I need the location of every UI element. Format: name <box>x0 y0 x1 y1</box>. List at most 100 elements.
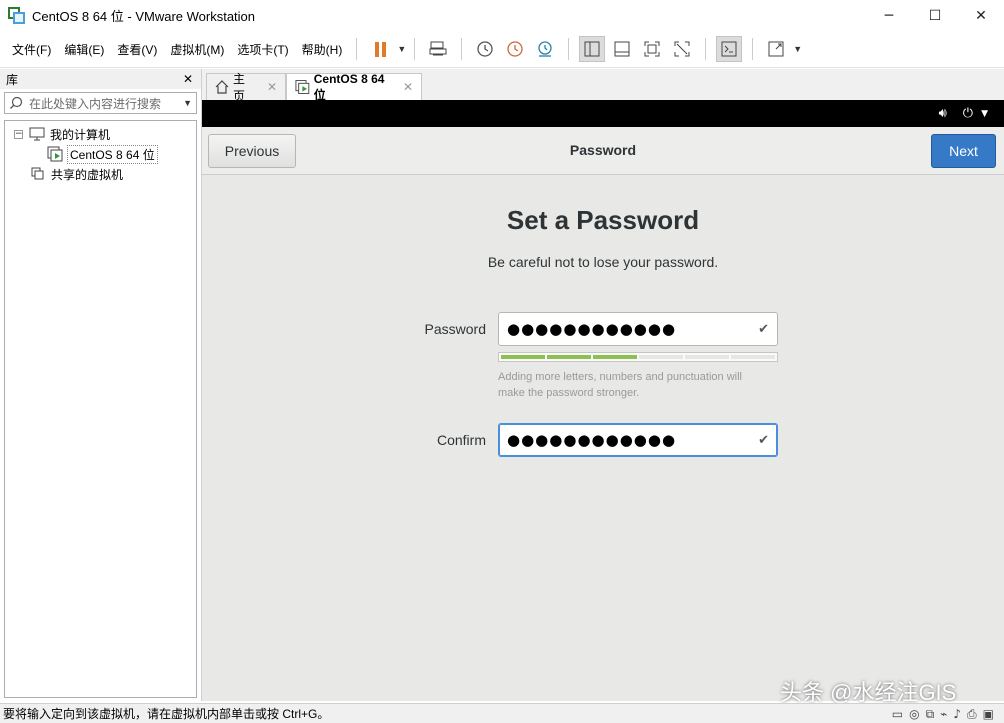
library-title: 库 <box>6 72 19 87</box>
vm-running-icon <box>47 146 63 162</box>
tab-home-label: 主页 <box>232 72 245 103</box>
keyboard-send-icon <box>429 41 447 56</box>
snapshot-clock-icon <box>477 41 493 57</box>
installer-page-title: Password <box>569 142 637 158</box>
strength-segment <box>731 355 775 359</box>
password-valid-check-icon: ✔ <box>758 321 769 337</box>
sound-icon[interactable]: ♪ <box>953 707 961 722</box>
menu-edit[interactable]: 编辑(E) <box>58 41 110 58</box>
close-button[interactable]: ✕ <box>958 0 1004 31</box>
page-subheading: Be careful not to lose your password. <box>487 254 719 270</box>
unity-mode-button[interactable] <box>669 36 695 62</box>
printer-icon[interactable]: ⎙ <box>967 707 977 722</box>
thumbnail-bar-button[interactable] <box>609 36 635 62</box>
computer-icon <box>29 127 45 141</box>
toolbar-separator <box>568 38 570 60</box>
collapse-icon[interactable]: − <box>14 129 23 139</box>
stretch-guest-button[interactable] <box>763 36 789 62</box>
strength-segment <box>501 355 545 359</box>
menu-help[interactable]: 帮助(H) <box>296 41 349 58</box>
confirm-value: ●●●●●●●●●●●● <box>507 431 677 449</box>
library-search-input[interactable]: 在此处键入内容进行搜索 ▼ <box>4 92 197 114</box>
tab-home-close-icon[interactable]: ✕ <box>267 80 277 94</box>
tree-item-shared-vms[interactable]: 共享的虚拟机 <box>31 165 123 183</box>
menu-tabs[interactable]: 选项卡(T) <box>231 41 294 58</box>
search-icon <box>10 96 23 109</box>
strength-segment <box>593 355 637 359</box>
snapshot-button[interactable] <box>472 36 498 62</box>
home-icon <box>215 80 229 94</box>
stretch-dropdown-icon[interactable]: ▼ <box>793 44 802 54</box>
password-hint-line: make the password stronger. <box>498 387 640 399</box>
tree-item-my-computer[interactable]: − 我的计算机 <box>14 125 110 143</box>
confirm-password-field[interactable]: ●●●●●●●●●●●● ✔ <box>498 423 778 457</box>
toolbar-separator <box>461 38 463 60</box>
status-text: 要将输入定向到该虚拟机，请在虚拟机内部单击或按 Ctrl+G。 <box>3 707 330 721</box>
revert-snapshot-icon <box>507 41 523 57</box>
library-tree: − 我的计算机 CentOS 8 64 位 共享的虚拟机 <box>4 120 197 698</box>
terminal-icon <box>721 41 737 57</box>
tab-centos-vm[interactable]: CentOS 8 64 位 ✕ <box>286 71 422 102</box>
tree-item-centos-vm[interactable]: CentOS 8 64 位 <box>47 144 158 164</box>
vm-icon <box>295 80 310 94</box>
previous-button[interactable]: Previous <box>208 134 296 168</box>
window-title: CentOS 8 64 位 - VMware Workstation <box>32 9 256 24</box>
cd-dvd-icon[interactable]: ◎ <box>909 707 919 722</box>
send-ctrl-alt-del-button[interactable] <box>425 36 451 62</box>
maximize-button[interactable]: ☐ <box>912 0 958 31</box>
guest-top-bar: 🔊︎ ⏻ ▼ <box>202 100 1004 127</box>
tab-home[interactable]: 主页 ✕ <box>206 72 286 103</box>
console-view-button[interactable] <box>716 36 743 62</box>
snapshot-manager-icon <box>538 41 552 57</box>
display-icon[interactable]: ▣ <box>983 707 994 722</box>
power-icon[interactable]: ⏻ <box>963 106 973 121</box>
installer-screen: Previous Password Next Set a Password Be… <box>202 127 1004 701</box>
confirm-label: Confirm <box>436 432 486 448</box>
fullscreen-button[interactable] <box>639 36 665 62</box>
show-library-button[interactable] <box>579 36 606 62</box>
title-bar: CentOS 8 64 位 - VMware Workstation ─ ☐ ✕ <box>0 0 1004 31</box>
toolbar-separator <box>356 38 358 60</box>
unity-mode-icon <box>674 41 690 57</box>
password-label: Password <box>424 321 486 337</box>
search-placeholder: 在此处键入内容进行搜索 <box>29 96 162 111</box>
pause-icon <box>374 41 386 57</box>
fullscreen-icon <box>644 41 660 57</box>
toolbar-separator <box>752 38 754 60</box>
strength-segment <box>547 355 591 359</box>
thumbnail-panel-icon <box>614 41 630 57</box>
menu-vm[interactable]: 虚拟机(M) <box>164 41 230 58</box>
volume-icon[interactable]: 🔊︎ <box>939 106 947 121</box>
vmware-logo-icon <box>8 6 26 25</box>
shared-vm-icon <box>31 167 44 180</box>
pause-button[interactable] <box>367 36 393 62</box>
minimize-button[interactable]: ─ <box>866 0 912 31</box>
tab-centos-close-icon[interactable]: ✕ <box>403 80 413 94</box>
password-strength-meter <box>498 352 778 362</box>
snapshot-manager-button[interactable] <box>532 36 558 62</box>
stretch-icon <box>768 41 784 57</box>
library-close-button[interactable]: ✕ <box>183 72 193 86</box>
password-hint: Adding more letters, numbers and punctua… <box>498 369 788 401</box>
usb-icon[interactable]: ⌁ <box>940 707 947 722</box>
pause-dropdown-icon[interactable]: ▼ <box>397 44 406 54</box>
installer-header: Previous Password Next <box>202 127 1004 175</box>
menu-file[interactable]: 文件(F) <box>6 41 57 58</box>
tab-bar: 主页 ✕ CentOS 8 64 位 ✕ <box>202 69 1004 103</box>
network-icon[interactable]: ⧉ <box>926 707 935 722</box>
status-bar: 要将输入定向到该虚拟机，请在虚拟机内部单击或按 Ctrl+G。 ▭ ◎ ⧉ ⌁ … <box>0 703 1004 723</box>
toolbar-separator <box>414 38 416 60</box>
password-value: ●●●●●●●●●●●● <box>507 320 677 338</box>
system-menu-dropdown-icon[interactable]: ▼ <box>981 109 988 119</box>
next-button[interactable]: Next <box>931 134 996 168</box>
menu-toolbar: 文件(F) 编辑(E) 查看(V) 虚拟机(M) 选项卡(T) 帮助(H) ▼ … <box>0 31 1004 68</box>
menu-view[interactable]: 查看(V) <box>111 41 163 58</box>
revert-snapshot-button[interactable] <box>502 36 528 62</box>
password-field[interactable]: ●●●●●●●●●●●● ✔ <box>498 312 778 346</box>
search-dropdown-icon[interactable]: ▼ <box>183 98 192 108</box>
hard-disk-icon[interactable]: ▭ <box>892 707 903 722</box>
password-hint-line: Adding more letters, numbers and punctua… <box>498 371 742 383</box>
tab-centos-label: CentOS 8 64 位 <box>313 71 385 102</box>
tree-label-my-computer: 我的计算机 <box>50 127 111 142</box>
tree-label-centos-vm: CentOS 8 64 位 <box>67 144 158 164</box>
